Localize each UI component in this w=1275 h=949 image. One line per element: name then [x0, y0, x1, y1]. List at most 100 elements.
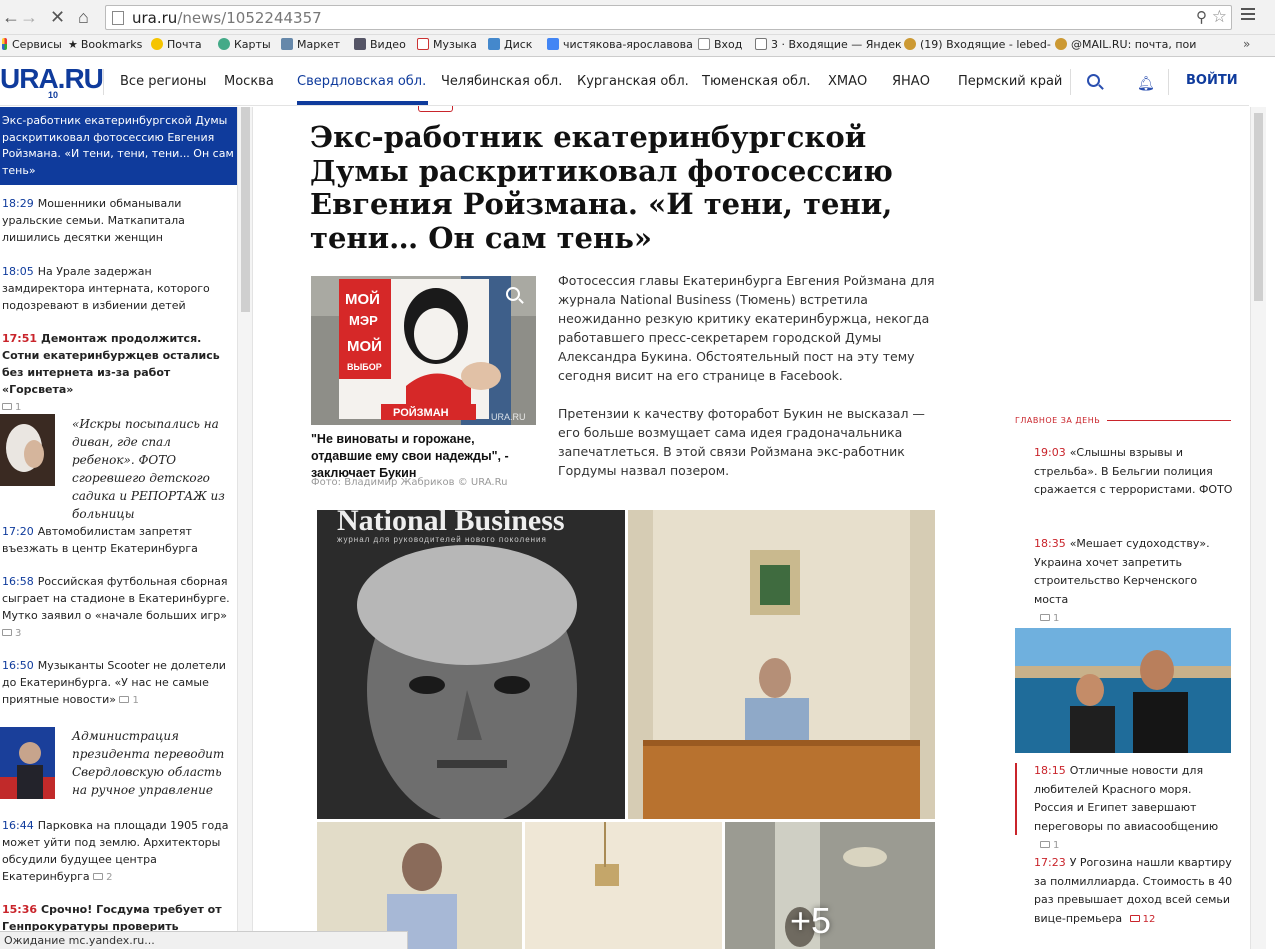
magazine-cover-photo[interactable]: National Business журнал для руководител… — [317, 510, 625, 819]
logo-anniversary-badge: 10 — [48, 90, 59, 100]
bookmark-item[interactable]: (19) Входящие - lebed- — [904, 38, 1051, 51]
feed-item[interactable]: 16:58 Российская футбольная сборная сыгра… — [2, 573, 232, 642]
bookmark-item[interactable]: Диск — [488, 38, 532, 51]
photo-credit: Фото: Владимир Жабриков © URA.Ru — [311, 477, 508, 488]
bookmarks-overflow-icon[interactable]: » — [1243, 37, 1250, 51]
bookmark-item[interactable]: 3 · Входящие — Яндек — [755, 38, 902, 51]
sign-text: ВЫБОР — [347, 362, 382, 372]
feed-item[interactable]: 16:50 Музыканты Scooter не долетели до Ек… — [2, 657, 232, 709]
region-tab[interactable]: ХМАО — [828, 74, 867, 89]
comment-icon — [2, 629, 12, 636]
news-feed: Экс-работник екатеринбургской Думы раскр… — [0, 107, 237, 949]
office-desk-photo[interactable] — [628, 510, 935, 819]
feed-item-featured[interactable]: Администрация президента переводит Сверд… — [72, 727, 232, 799]
gallery-photo[interactable] — [525, 822, 722, 949]
bookmark-item[interactable]: Видео — [354, 38, 406, 51]
feed-item[interactable]: 18:05 На Урале задержан замдиректора инте… — [2, 263, 232, 314]
comment-icon — [119, 696, 130, 703]
magazine-title: National Business — [337, 510, 565, 537]
maps-icon — [218, 38, 230, 50]
article-paragraph: Претензии к качеству фоторабот Букин не … — [558, 406, 925, 478]
feed-scrollbar[interactable] — [237, 107, 253, 949]
sign-text: МОЙ — [345, 290, 380, 308]
market-icon — [281, 38, 293, 50]
region-tab[interactable]: Все регионы — [120, 74, 206, 89]
magazine-subtitle: журнал для руководителей нового поколени… — [337, 535, 547, 544]
feed-item[interactable]: 17:20 Автомобилистам запретят въезжать в … — [2, 523, 232, 557]
bookmark-item[interactable]: чистякова-ярославова — [547, 38, 693, 51]
mailru-icon — [904, 38, 916, 50]
bookmark-item[interactable]: ★ Bookmarks — [68, 38, 142, 51]
mailru-icon — [1055, 38, 1067, 50]
forward-icon[interactable]: → — [20, 7, 38, 28]
zoom-photo-icon[interactable] — [506, 287, 520, 301]
bell-icon[interactable]: 🔔︎ — [1137, 75, 1155, 92]
page-icon — [698, 38, 710, 50]
region-tab[interactable]: Москва — [224, 74, 274, 89]
feed-scrollbar-thumb[interactable] — [241, 107, 250, 312]
region-tab-active[interactable]: Свердловская обл. — [297, 74, 426, 89]
main-of-day-label: Главное за день — [1015, 416, 1101, 425]
url-text: ura.ru/news/1052244357 — [132, 9, 322, 27]
zoom-icon[interactable]: ⚲ — [1196, 8, 1207, 26]
top-news-item[interactable]: 18:15 Отличные новости для любителей Крас… — [1034, 762, 1234, 856]
top-news-item[interactable]: 19:03 «Слышны взрывы и стрельба». В Бельг… — [1034, 444, 1234, 500]
region-tab[interactable]: Пермский край — [958, 74, 1062, 89]
tag-marker — [418, 106, 453, 112]
site-header: URA.RU 10 Все регионы Москва Свердловска… — [0, 59, 1249, 106]
login-button[interactable]: ВОЙТИ — [1186, 73, 1238, 88]
music-icon — [417, 38, 429, 50]
top-news-item[interactable]: 18:35 «Мешает судоходству». Украина хочет… — [1034, 535, 1234, 629]
more-photos-count[interactable]: +5 — [790, 900, 831, 942]
bookmark-item[interactable]: Карты — [218, 38, 271, 51]
feed-item[interactable]: 18:29 Мошенники обманывали уральские семь… — [2, 195, 232, 246]
bookmark-item[interactable]: Маркет — [281, 38, 340, 51]
bookmark-item[interactable]: Почта — [151, 38, 202, 51]
bookmark-item[interactable]: Сервисы — [2, 38, 62, 51]
divider — [103, 69, 104, 95]
feed-item-current[interactable]: Экс-работник екатеринбургской Думы раскр… — [0, 107, 237, 185]
top-news-item[interactable]: 17:23 У Рогозина нашли квартиру за полмил… — [1034, 854, 1234, 929]
page-icon — [112, 11, 124, 25]
gallery-photo[interactable] — [317, 822, 522, 949]
home-icon[interactable]: ⌂ — [78, 7, 89, 28]
region-tab[interactable]: ЯНАО — [892, 74, 930, 89]
bookmark-star-icon[interactable]: ☆ — [1212, 7, 1227, 27]
address-bar[interactable]: ura.ru/news/1052244357 ⚲ ☆ — [105, 5, 1232, 30]
feed-item[interactable]: 16:44 Парковка на площади 1905 года может… — [2, 817, 232, 886]
region-tab[interactable]: Тюменская обл. — [702, 74, 811, 89]
region-tab[interactable]: Курганская обл. — [577, 74, 689, 89]
feed-item[interactable]: 15:36 Срочно! Госдума требует от Генпроку… — [2, 901, 232, 935]
highlight-bar — [1015, 763, 1017, 835]
back-icon[interactable]: ← — [2, 7, 20, 28]
divider — [1107, 420, 1231, 421]
bookmark-item[interactable]: Музыка — [417, 38, 477, 51]
divider — [1070, 69, 1071, 95]
page-scrollbar[interactable] — [1250, 107, 1266, 949]
photo-caption: "Не виноваты и горожане, отдавшие ему св… — [311, 432, 509, 480]
page-scrollbar-thumb[interactable] — [1254, 113, 1263, 301]
region-tab[interactable]: Челябинская обл. — [441, 74, 562, 89]
photo-watermark: URA.RU — [491, 412, 526, 422]
article-body: Фотосессия главы Екатеринбурга Евгения Р… — [558, 271, 938, 499]
lead-photo[interactable]: МОЙ МЭР МОЙ ВЫБОР РОЙЗМАН URA.RU — [311, 276, 536, 425]
stop-icon[interactable]: ✕ — [50, 7, 65, 28]
administration-thumbnail[interactable] — [0, 727, 55, 799]
sign-text: МОЙ — [347, 337, 382, 355]
fire-victim-thumbnail[interactable] — [0, 414, 55, 486]
red-sea-divers-photo[interactable] — [1015, 628, 1231, 753]
search-icon[interactable] — [1087, 74, 1100, 87]
comment-icon — [1040, 841, 1050, 848]
feed-item-featured[interactable]: «Искры посыпались на диван, где спал реб… — [72, 415, 232, 523]
browser-menu-icon[interactable] — [1241, 8, 1255, 22]
article-headline: Экс-работник екатеринбургской Думы раскр… — [310, 120, 893, 255]
google-icon — [547, 38, 559, 50]
comment-icon — [1129, 914, 1140, 922]
yandex-mail-icon — [151, 38, 163, 50]
bookmarks-bar: Сервисы ★ Bookmarks Почта Карты Маркет Ви… — [0, 35, 1275, 57]
bookmark-item[interactable]: Вход — [698, 38, 742, 51]
comment-icon — [1040, 614, 1050, 621]
feed-item[interactable]: 17:51 Демонтаж продолжится. Сотни екатери… — [2, 330, 232, 416]
bookmark-item[interactable]: @MAIL.RU: почта, пои — [1055, 38, 1196, 51]
star-icon: ★ — [68, 38, 78, 51]
